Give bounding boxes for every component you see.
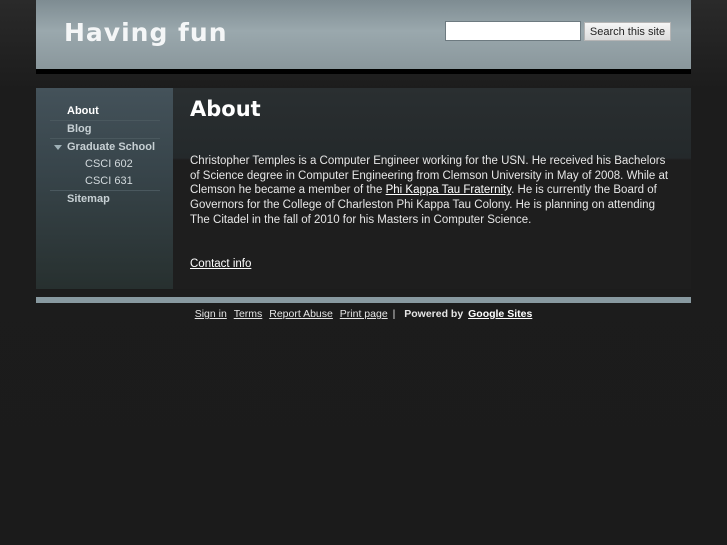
powered-by-label: Powered by	[404, 308, 464, 320]
sidebar-group-graduate-school: Graduate School	[50, 139, 160, 156]
sidebar-item-blog[interactable]: Blog	[50, 121, 160, 139]
search-input[interactable]	[445, 21, 581, 41]
sidebar: About Blog Graduate School CSCI 602 CSCI…	[36, 88, 173, 289]
sign-in-link[interactable]: Sign in	[195, 308, 227, 320]
powered-by: Powered by Google Sites	[404, 308, 534, 320]
about-paragraph: Christopher Temples is a Computer Engine…	[190, 154, 670, 228]
fraternity-link[interactable]: Phi Kappa Tau Fraternity	[386, 184, 512, 196]
contact-paragraph: Contact info	[190, 258, 251, 270]
report-abuse-link[interactable]: Report Abuse	[269, 308, 333, 320]
sidebar-item-csci-631[interactable]: CSCI 631	[50, 173, 160, 191]
footer-divider	[36, 297, 691, 303]
sidebar-item-graduate-school[interactable]: Graduate School	[50, 139, 160, 156]
header-divider	[36, 69, 691, 74]
terms-link[interactable]: Terms	[234, 308, 263, 320]
search-button[interactable]: Search this site	[584, 22, 671, 41]
sidebar-item-sitemap[interactable]: Sitemap	[50, 191, 160, 208]
contact-info-link[interactable]: Contact info	[190, 258, 251, 270]
sidebar-nav: About Blog Graduate School CSCI 602 CSCI…	[50, 103, 160, 208]
print-page-link[interactable]: Print page	[340, 308, 388, 320]
sidebar-item-about[interactable]: About	[50, 103, 160, 121]
footer-separator: |	[392, 308, 396, 320]
main-content: About Christopher Temples is a Computer …	[173, 88, 691, 289]
sidebar-item-csci-602[interactable]: CSCI 602	[50, 156, 160, 173]
site-header: Having fun Search this site	[36, 0, 691, 69]
page-title: About	[190, 97, 261, 121]
site-title[interactable]: Having fun	[64, 18, 228, 47]
google-sites-link[interactable]: Google Sites	[468, 308, 532, 320]
site-footer: Sign in Terms Report Abuse Print page | …	[36, 308, 691, 320]
